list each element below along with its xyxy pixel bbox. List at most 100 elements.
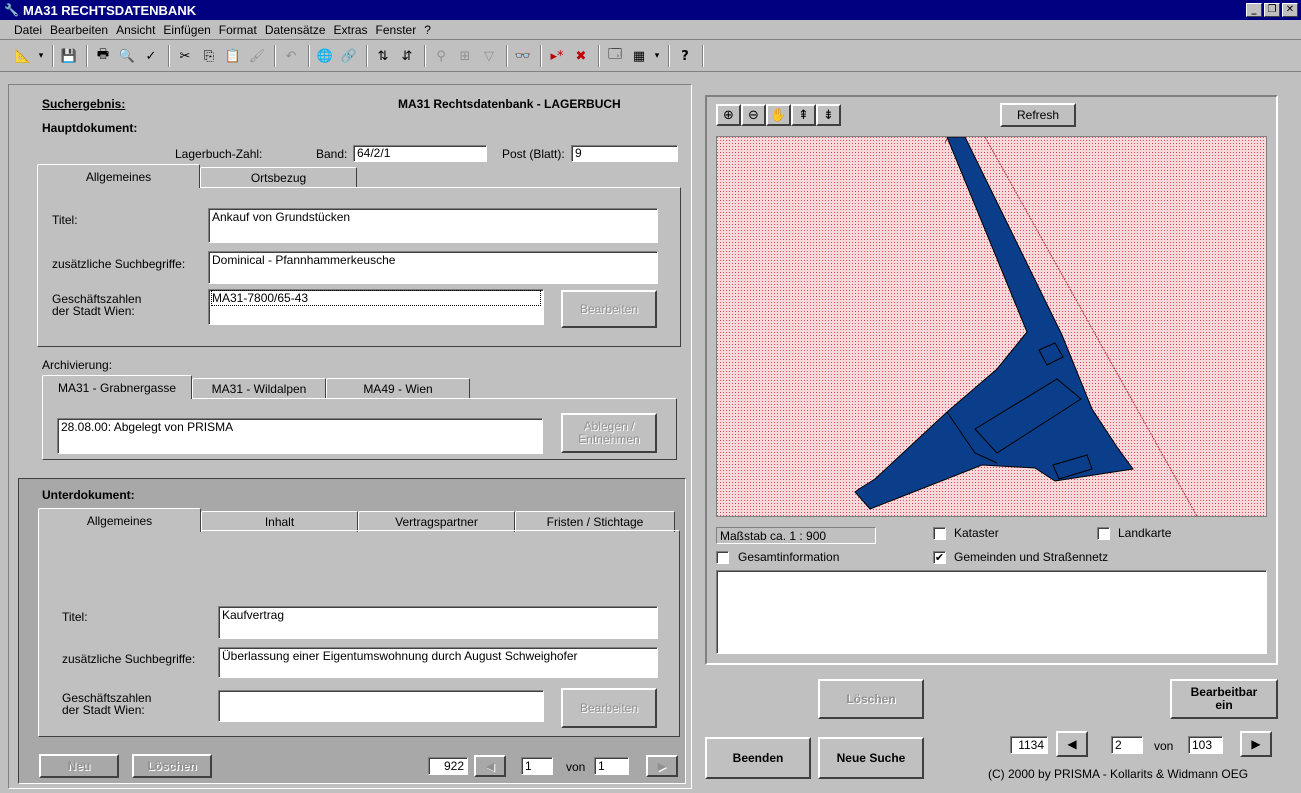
sub-suchbegriffe-label: zusätzliche Suchbegriffe: [62,652,196,666]
menu-help[interactable]: ? [424,23,431,37]
sub-suchbegriffe-field[interactable]: Überlassung einer Eigentumswohnung durch… [218,647,658,678]
restore-button[interactable]: ❐ [1264,3,1280,17]
dropdown-arrow-icon[interactable]: ▾ [36,45,46,67]
sub-record-id[interactable]: 922 [428,757,468,775]
hyperlink-icon[interactable]: 🔗 [338,45,360,67]
new-record-icon[interactable]: ▸* [546,45,568,67]
filter-selection-icon[interactable]: ⚲ [430,45,452,67]
minimize-button[interactable]: _ [1246,3,1262,17]
record-id-field[interactable]: 1134 [1010,736,1048,754]
kataster-checkbox[interactable]: Kataster [933,526,999,540]
sub-geschaeftszahlen-field[interactable] [218,690,544,722]
sort-descending-icon[interactable]: ⇵ [396,45,418,67]
gesamtinfo-check[interactable] [716,550,729,564]
sub-next-button[interactable]: ▶ [646,755,678,777]
tab-ma31-wildalpen[interactable]: MA31 - Wildalpen [192,378,326,399]
paste-icon[interactable]: 📋 [222,45,244,67]
sub-bearbeiten-button[interactable]: Bearbeiten [561,688,657,728]
tab-allgemeines[interactable]: Allgemeines [37,164,200,188]
zoom-in-icon[interactable]: ⊕ [716,104,741,126]
new-object-icon[interactable]: ▦ [628,45,650,67]
refresh-button[interactable]: Refresh [1000,103,1076,127]
design-view-icon[interactable]: 📐 [12,45,34,67]
page-title: MA31 Rechtsdatenbank - LAGERBUCH [398,97,621,111]
map-canvas[interactable] [716,136,1267,517]
format-painter-icon[interactable]: 🖌 [246,45,268,67]
beenden-button[interactable]: Beenden [705,737,811,779]
bearbeitbar-button[interactable]: Bearbeitbar ein [1170,679,1278,719]
titel-field[interactable]: Ankauf von Grundstücken [208,208,658,243]
save-icon[interactable]: 💾 [58,45,80,67]
tab-sub-allgemeines[interactable]: Allgemeines [38,508,201,532]
web-icon[interactable]: 🌐 [314,45,336,67]
record-current-field[interactable]: 2 [1111,736,1143,754]
menu-datei[interactable]: Datei [14,23,42,37]
sub-record-total[interactable]: 1 [594,757,629,775]
sub-von-label: von [566,760,586,774]
apply-filter-icon[interactable]: ▽ [478,45,500,67]
pan-hand-icon[interactable]: ✋ [766,104,791,126]
scale-box: Maßstab ca. 1 : 900 [716,527,876,544]
landkarte-checkbox[interactable]: Landkarte [1097,526,1171,540]
menu-einfuegen[interactable]: Einfügen [163,23,210,37]
database-window-icon[interactable]: 🗔 [604,45,626,67]
gemeinden-checkbox[interactable]: ✔ Gemeinden und Straßennetz [933,550,1108,564]
prev-record-button[interactable]: ◀ [1056,731,1088,757]
menu-format[interactable]: Format [219,23,257,37]
suchbegriffe-field[interactable]: Dominical - Pfannhammerkeusche [208,251,658,284]
sub-prev-button[interactable]: ◀ [474,755,506,777]
geschaeftszahlen-list[interactable]: MA31-7800/65-43 [208,289,544,325]
layer-down-icon[interactable]: ⇟ [816,104,841,126]
layer-up-icon[interactable]: ⇞ [791,104,816,126]
print-preview-icon[interactable]: 🔍 [116,45,138,67]
menu-bearbeiten[interactable]: Bearbeiten [50,23,108,37]
close-button[interactable]: ✕ [1282,3,1298,17]
sort-ascending-icon[interactable]: ⇅ [372,45,394,67]
record-total-field[interactable]: 103 [1188,736,1223,754]
undo-icon[interactable]: ↶ [280,45,302,67]
title-bar: 🔧 MA31 RECHTSDATENBANK _ ❐ ✕ [0,0,1301,20]
ablegen-entnehmen-button[interactable]: Ablegen / Entnehmen [561,413,657,453]
tab-ma49-wien[interactable]: MA49 - Wien [326,378,470,399]
tab-sub-fristen[interactable]: Fristen / Stichtage [515,511,675,532]
gemeinden-check[interactable]: ✔ [933,550,946,564]
tab-sub-vertragspartner[interactable]: Vertragspartner [358,511,515,532]
geschaeftszahlen-item[interactable]: MA31-7800/65-43 [211,290,541,306]
bearbeiten-button[interactable]: Bearbeiten [561,290,657,328]
post-label: Post (Blatt): [502,147,565,161]
landkarte-check[interactable] [1097,526,1110,540]
dropdown-arrow-icon[interactable]: ▾ [652,45,662,67]
archiv-field[interactable]: 28.08.00: Abgelegt von PRISMA [57,418,543,454]
post-field[interactable]: 9 [571,145,678,162]
kataster-check[interactable] [933,526,946,540]
menu-datensaetze[interactable]: Datensätze [265,23,326,37]
neu-button[interactable]: Neu [39,754,119,778]
sub-titel-field[interactable]: Kaufvertrag [218,606,658,639]
tab-sub-inhalt[interactable]: Inhalt [201,511,358,532]
neue-suche-button[interactable]: Neue Suche [818,737,924,779]
band-field[interactable]: 64/2/1 [353,145,487,162]
tab-ma31-grabnergasse[interactable]: MA31 - Grabnergasse [42,375,192,399]
sub-loeschen-button[interactable]: Löschen [132,754,212,778]
delete-record-icon[interactable]: ✖ [570,45,592,67]
map-info-field[interactable] [716,570,1267,654]
lagerbuch-label: Lagerbuch-Zahl: [175,147,263,161]
menu-ansicht[interactable]: Ansicht [116,23,155,37]
loeschen-button[interactable]: Löschen [818,679,924,719]
spellcheck-icon[interactable]: ✓ [140,45,162,67]
print-icon[interactable]: 🖶 [92,45,114,67]
cut-icon[interactable]: ✂ [174,45,196,67]
menu-extras[interactable]: Extras [334,23,368,37]
menu-fenster[interactable]: Fenster [376,23,417,37]
landkarte-label: Landkarte [1118,526,1172,540]
copy-icon[interactable]: ⎘ [198,45,220,67]
help-icon[interactable]: ? [674,45,696,67]
next-record-button[interactable]: ▶ [1240,731,1272,757]
map-toolbar: ⊕ ⊖ ✋ ⇞ ⇟ [716,104,856,126]
find-icon[interactable]: 👓 [512,45,534,67]
sub-record-current[interactable]: 1 [521,757,553,775]
tab-ortsbezug[interactable]: Ortsbezug [200,167,357,188]
zoom-out-icon[interactable]: ⊖ [741,104,766,126]
gesamtinfo-checkbox[interactable]: Gesamtinformation [716,550,839,564]
filter-form-icon[interactable]: ⊞ [454,45,476,67]
